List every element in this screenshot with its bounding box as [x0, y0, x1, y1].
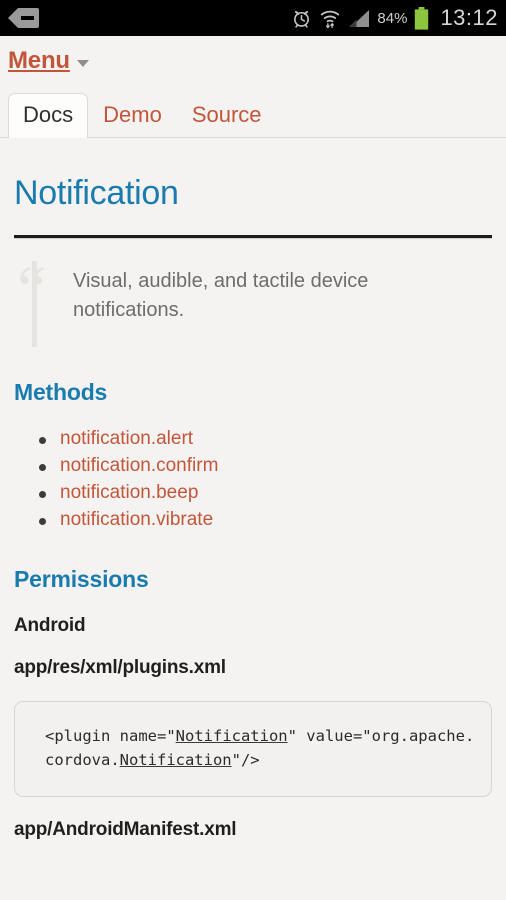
description-blockquote: “ Visual, audible, and tactile device no…: [17, 257, 492, 347]
list-item[interactable]: notification.alert: [39, 426, 492, 453]
status-bar-left: [6, 7, 40, 29]
menu-dropdown-button[interactable]: Menu: [8, 47, 89, 75]
chevron-down-icon: [76, 60, 89, 68]
method-link[interactable]: notification.beep: [60, 482, 198, 503]
code-spellcheck-word-2: Notification: [119, 750, 232, 769]
platform-label: Android: [14, 614, 86, 636]
wifi-icon: [319, 8, 341, 29]
code-block-plugins-xml: <plugin name="Notification" value="org.a…: [14, 700, 492, 797]
status-bar: 84% 13:12: [0, 0, 506, 36]
code-part-3: "/>: [231, 750, 260, 769]
page-title: Notification: [14, 174, 179, 212]
tab-source-label: Source: [191, 102, 262, 127]
status-bar-right: 84% 13:12: [291, 5, 498, 31]
permissions-heading: Permissions: [14, 565, 149, 592]
quote-mark-icon: “: [17, 253, 47, 326]
menu-label: Menu: [8, 47, 70, 74]
description-text: Visual, audible, and tactile device noti…: [73, 270, 369, 321]
method-link[interactable]: notification.confirm: [60, 455, 218, 476]
list-item[interactable]: notification.confirm: [39, 453, 492, 480]
method-link[interactable]: notification.vibrate: [60, 509, 213, 530]
methods-heading: Methods: [14, 379, 108, 405]
tab-docs[interactable]: Docs: [8, 93, 89, 138]
file-path-plugins-xml: app/res/xml/plugins.xml: [14, 656, 226, 678]
code-part-1: <plugin name=": [45, 726, 176, 745]
menu-row: Menu: [0, 36, 506, 86]
list-item[interactable]: notification.beep: [39, 480, 492, 507]
back-arrow-icon[interactable]: [6, 7, 40, 29]
file-path-android-manifest: app/AndroidManifest.xml: [14, 818, 237, 840]
tab-source[interactable]: Source: [177, 93, 277, 137]
tab-demo[interactable]: Demo: [88, 93, 177, 137]
battery-percent-label: 84%: [377, 9, 408, 27]
main-content: Notification “ Visual, audible, and tact…: [0, 174, 506, 841]
alarm-clock-icon: [291, 8, 312, 29]
method-link[interactable]: notification.alert: [60, 428, 193, 449]
code-spellcheck-word-1: Notification: [175, 726, 288, 745]
tab-demo-label: Demo: [103, 102, 162, 127]
tab-bar: Docs Demo Source: [0, 86, 506, 138]
cell-signal-icon: [348, 9, 370, 28]
list-item[interactable]: notification.vibrate: [39, 507, 492, 534]
status-bar-clock: 13:12: [440, 5, 498, 30]
title-divider: [14, 235, 492, 239]
battery-icon: [414, 6, 429, 30]
tab-docs-label: Docs: [23, 102, 74, 127]
methods-list: notification.alert notification.confirm …: [39, 426, 492, 534]
